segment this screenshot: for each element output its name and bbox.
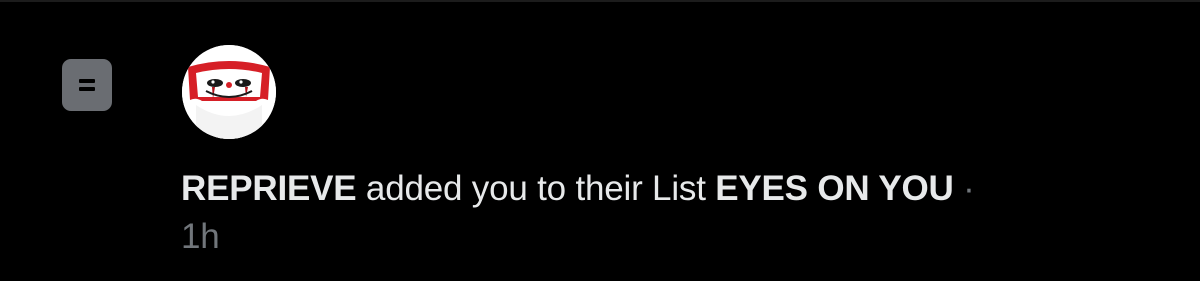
clown-mask-avatar-icon xyxy=(182,45,276,139)
avatar[interactable] xyxy=(182,45,276,139)
list-name[interactable]: EYES ON YOU xyxy=(715,169,954,208)
divider xyxy=(0,0,1200,2)
separator-dot: · xyxy=(953,169,975,208)
notification-text: REPRIEVE added you to their List EYES ON… xyxy=(181,165,1171,261)
timestamp[interactable]: 1h xyxy=(181,217,220,256)
action-text: added you to their List xyxy=(356,169,716,208)
notification-item[interactable]: REPRIEVE added you to their List EYES ON… xyxy=(0,0,1200,281)
actor-name[interactable]: REPRIEVE xyxy=(181,169,357,208)
list-icon xyxy=(62,59,112,111)
